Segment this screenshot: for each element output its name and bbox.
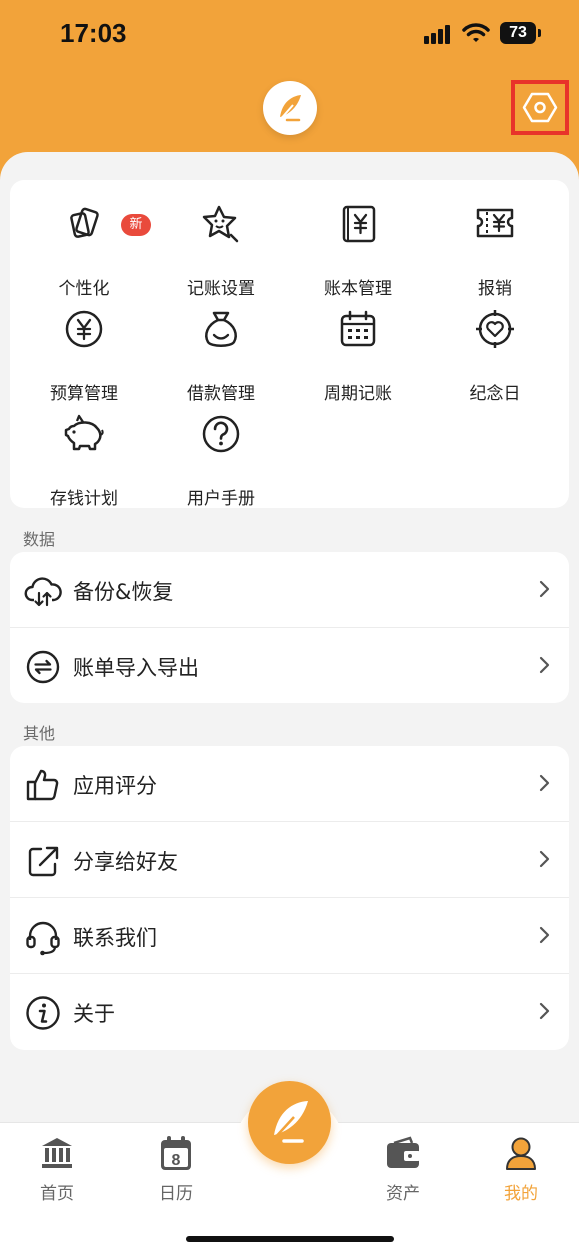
grid-item-reimburse[interactable]: 报销 <box>425 202 565 302</box>
cloud-sync-icon <box>24 577 62 607</box>
info-icon <box>26 996 60 1030</box>
grid-item-savings-plan[interactable]: 存钱计划 <box>14 412 154 512</box>
other-section-card: 应用评分 分享给好友 联系我们 关于 <box>10 746 569 1050</box>
chevron-right-icon <box>539 1002 550 1020</box>
add-record-button[interactable] <box>248 1081 331 1164</box>
row-label: 分享给好友 <box>73 850 178 874</box>
grid-item-user-manual[interactable]: 用户手册 <box>151 412 291 512</box>
tab-calendar[interactable]: 8 日历 <box>126 1123 226 1223</box>
budget-icon <box>65 310 103 348</box>
calendar-icon <box>340 310 376 347</box>
grid-item-budget[interactable]: 预算管理 <box>14 307 154 407</box>
signal-icon <box>424 24 454 44</box>
grid-label: 存钱计划 <box>50 489 118 509</box>
grid-item-recurring[interactable]: 周期记账 <box>288 307 428 407</box>
data-section-card: 备份&恢复 账单导入导出 <box>10 552 569 703</box>
user-icon <box>506 1137 536 1170</box>
tab-label: 我的 <box>504 1184 538 1204</box>
share-icon <box>28 846 59 877</box>
battery-indicator: 73 <box>500 22 541 44</box>
tab-label: 首页 <box>40 1184 74 1204</box>
row-label: 联系我们 <box>73 926 157 950</box>
heart-target-icon <box>476 310 514 348</box>
grid-label: 预算管理 <box>50 384 118 404</box>
tab-assets[interactable]: 资产 <box>353 1123 453 1223</box>
wallet-icon <box>387 1136 420 1168</box>
settings-button[interactable] <box>511 80 569 135</box>
chevron-right-icon <box>539 850 550 868</box>
chevron-right-icon <box>539 656 550 674</box>
tab-label: 资产 <box>386 1184 420 1204</box>
feather-icon <box>271 1101 308 1143</box>
thumbs-up-icon <box>26 769 59 801</box>
star-settings-icon <box>202 205 239 243</box>
grid-label: 记账设置 <box>187 279 255 299</box>
row-label: 关于 <box>73 1002 115 1026</box>
question-icon <box>202 415 240 453</box>
personalize-icon <box>70 207 99 238</box>
contact-us-row[interactable]: 联系我们 <box>10 898 569 974</box>
grid-item-bookkeeping-settings[interactable]: 记账设置 <box>151 202 291 302</box>
section-title-other: 其他 <box>23 724 56 743</box>
share-row[interactable]: 分享给好友 <box>10 822 569 898</box>
status-bar: 17:03 73 <box>0 0 579 70</box>
calendar-day-icon: 8 <box>161 1136 191 1170</box>
grid-item-ledger[interactable]: 账本管理 <box>288 202 428 302</box>
status-time: 17:03 <box>60 18 127 48</box>
backup-restore-row[interactable]: 备份&恢复 <box>10 552 569 628</box>
grid-label: 用户手册 <box>187 489 255 509</box>
loan-bag-icon <box>205 311 237 347</box>
feature-grid: 新 个性化 记账设置 账本管理 报销 预算管理 借款管理 周期记账 纪念日 存钱… <box>10 180 569 509</box>
new-badge: 新 <box>121 214 151 236</box>
tab-label: 日历 <box>159 1184 193 1204</box>
main-content: 新 个性化 记账设置 账本管理 报销 预算管理 借款管理 周期记账 纪念日 存钱… <box>0 152 579 1242</box>
tab-home[interactable]: 首页 <box>7 1123 107 1223</box>
bill-import-export-row[interactable]: 账单导入导出 <box>10 628 569 704</box>
chevron-right-icon <box>539 774 550 792</box>
headset-icon <box>26 921 60 956</box>
bank-icon <box>42 1138 72 1168</box>
grid-label: 借款管理 <box>187 384 255 404</box>
tab-mine[interactable]: 我的 <box>471 1123 571 1223</box>
about-row[interactable]: 关于 <box>10 974 569 1050</box>
section-title-data: 数据 <box>23 530 56 549</box>
reimburse-icon <box>476 208 514 238</box>
grid-label: 报销 <box>478 279 512 299</box>
rate-app-row[interactable]: 应用评分 <box>10 746 569 822</box>
grid-label: 周期记账 <box>324 384 392 404</box>
app-logo <box>263 81 317 135</box>
grid-item-anniversary[interactable]: 纪念日 <box>425 307 565 407</box>
chevron-right-icon <box>539 580 550 598</box>
grid-item-personalize[interactable]: 新 个性化 <box>14 202 154 302</box>
chevron-right-icon <box>539 926 550 944</box>
grid-label: 账本管理 <box>324 279 392 299</box>
hexagon-settings-icon <box>522 92 558 123</box>
row-label: 应用评分 <box>73 774 157 798</box>
home-indicator <box>186 1236 394 1242</box>
calendar-day-number: 8 <box>172 1152 181 1169</box>
ledger-icon <box>342 205 376 243</box>
feather-icon <box>278 95 301 122</box>
row-label: 账单导入导出 <box>73 656 199 680</box>
piggy-bank-icon <box>64 414 104 451</box>
row-label: 备份&恢复 <box>73 580 174 604</box>
grid-label: 纪念日 <box>469 384 521 404</box>
grid-item-loan[interactable]: 借款管理 <box>151 307 291 407</box>
grid-label: 个性化 <box>58 279 110 299</box>
import-export-icon <box>26 650 60 684</box>
wifi-icon <box>462 23 490 42</box>
